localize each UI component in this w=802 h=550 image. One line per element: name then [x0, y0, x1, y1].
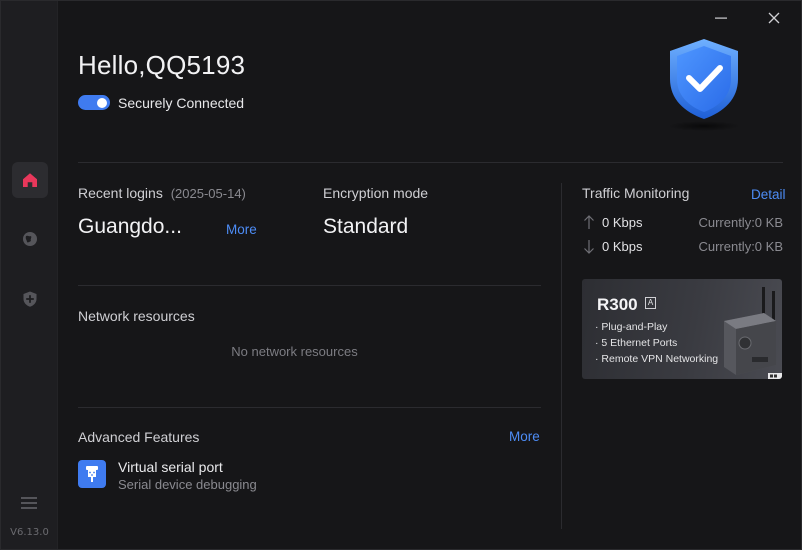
sidebar-item-security[interactable]: [12, 281, 48, 317]
recent-logins-title: Recent logins: [78, 185, 163, 201]
traffic-monitoring-label: Traffic Monitoring: [582, 185, 690, 201]
home-icon: [23, 173, 37, 187]
shield-plus-icon: [23, 291, 37, 307]
network-resources-empty: No network resources: [231, 344, 358, 359]
banner-badge: A: [645, 297, 656, 309]
sidebar-item-network[interactable]: [12, 221, 48, 257]
arrow-up-icon: [584, 215, 594, 229]
advanced-features-label: Advanced Features: [78, 429, 200, 445]
menu-button[interactable]: [18, 493, 40, 513]
upload-rate: 0 Kbps: [602, 215, 643, 230]
banner-title: R300: [597, 295, 638, 314]
r300-ad-banner[interactable]: R300 A Plug-and-Play 5 Ethernet Ports Re…: [582, 279, 782, 379]
section-divider: [78, 407, 541, 408]
download-current: Currently:0 KB: [698, 239, 783, 254]
recent-logins-label: Recent logins (2025-05-14): [78, 185, 246, 201]
feature-description: Serial device debugging: [118, 477, 257, 492]
traffic-download-row: 0 Kbps Currently:0 KB: [583, 238, 783, 256]
upload-current: Currently:0 KB: [698, 215, 783, 230]
close-button[interactable]: [763, 7, 785, 29]
greeting-title: Hello,QQ5193: [78, 50, 246, 80]
network-resources-label: Network resources: [78, 308, 195, 324]
header-divider: [78, 162, 783, 163]
sidebar-item-home[interactable]: [12, 162, 48, 198]
router-image: [724, 287, 782, 379]
banner-feature: Plug-and-Play: [595, 321, 667, 333]
virtual-serial-port-button[interactable]: [78, 460, 106, 488]
hamburger-menu-icon: [21, 497, 37, 509]
close-icon: [768, 12, 780, 24]
shield-check-icon: [668, 39, 740, 131]
column-divider: [561, 183, 562, 529]
feature-title[interactable]: Virtual serial port: [118, 459, 223, 475]
globe-icon: [23, 232, 37, 246]
advanced-features-more-link[interactable]: More: [509, 429, 540, 444]
recent-logins-date: (2025-05-14): [170, 186, 246, 201]
arrow-down-icon: [584, 240, 594, 254]
sidebar: V6.13.0: [1, 1, 58, 549]
minimize-button[interactable]: [710, 7, 732, 29]
encryption-mode-value: Standard: [323, 215, 409, 238]
connection-toggle[interactable]: [78, 95, 110, 110]
connection-status: Securely Connected: [118, 95, 245, 111]
version-label: V6.13.0: [10, 527, 49, 538]
banner-feature: 5 Ethernet Ports: [595, 337, 677, 349]
serial-port-icon: [86, 466, 98, 482]
recent-login-location: Guangdo...: [78, 215, 182, 238]
banner-feature: Remote VPN Networking: [595, 353, 718, 365]
traffic-upload-row: 0 Kbps Currently:0 KB: [583, 214, 783, 232]
download-rate: 0 Kbps: [602, 239, 643, 254]
traffic-detail-link[interactable]: Detail: [751, 187, 786, 202]
encryption-mode-label: Encryption mode: [323, 185, 429, 201]
recent-logins-more-link[interactable]: More: [226, 222, 257, 237]
app-window: V6.13.0 Hello,QQ5193 Securely Connected: [0, 0, 802, 550]
minimize-icon: [715, 17, 727, 19]
section-divider: [78, 285, 541, 286]
